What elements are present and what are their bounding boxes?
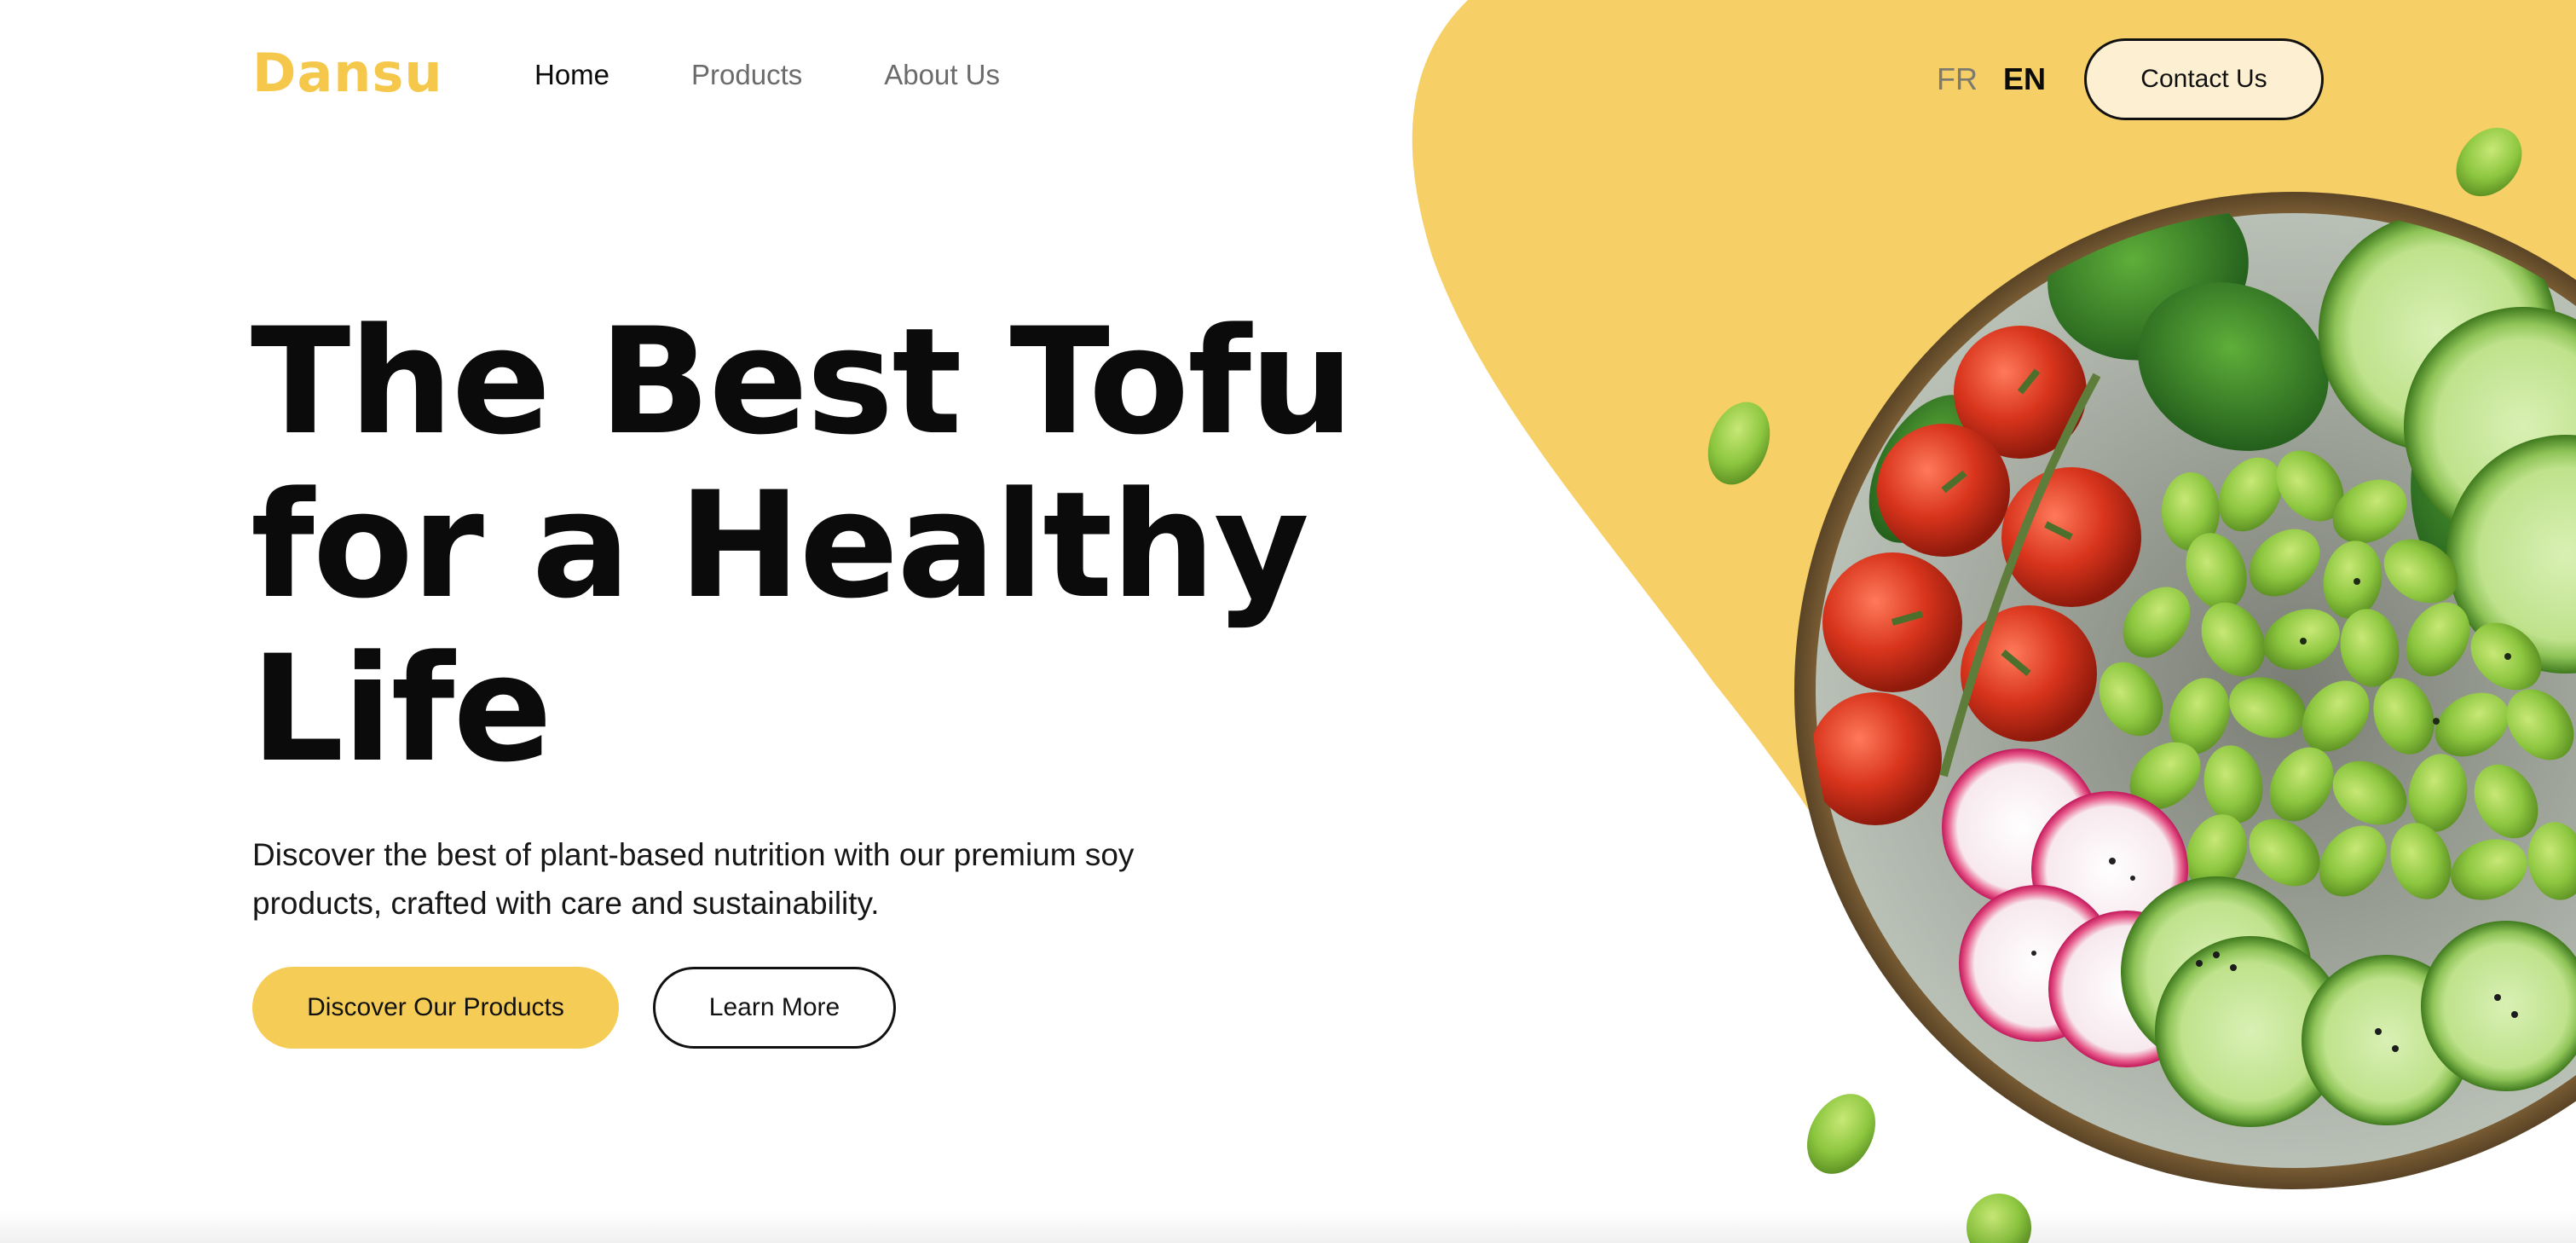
main-nav: Home Products About Us <box>534 61 1000 89</box>
learn-more-button[interactable]: Learn More <box>653 967 896 1049</box>
hero-description: Discover the best of plant-based nutriti… <box>252 837 1135 921</box>
salad-bowl-image <box>1707 127 2576 1243</box>
language-option-fr[interactable]: FR <box>1937 64 1978 95</box>
language-option-en[interactable]: EN <box>2003 64 2046 95</box>
nav-item-home[interactable]: Home <box>534 61 609 89</box>
contact-us-button[interactable]: Contact Us <box>2084 38 2324 120</box>
nav-item-products[interactable]: Products <box>691 61 802 89</box>
site-header: Dansu Home Products About Us FR EN Conta… <box>0 0 2576 162</box>
hero-title: The Best Tofu for a Healthy Life <box>251 296 1354 795</box>
nav-item-about-us[interactable]: About Us <box>884 61 1000 89</box>
discover-products-button[interactable]: Discover Our Products <box>252 967 619 1049</box>
language-switcher: FR EN <box>1937 64 2046 95</box>
page-bottom-shadow <box>0 1211 2576 1243</box>
brand-logo[interactable]: Dansu <box>252 47 442 100</box>
